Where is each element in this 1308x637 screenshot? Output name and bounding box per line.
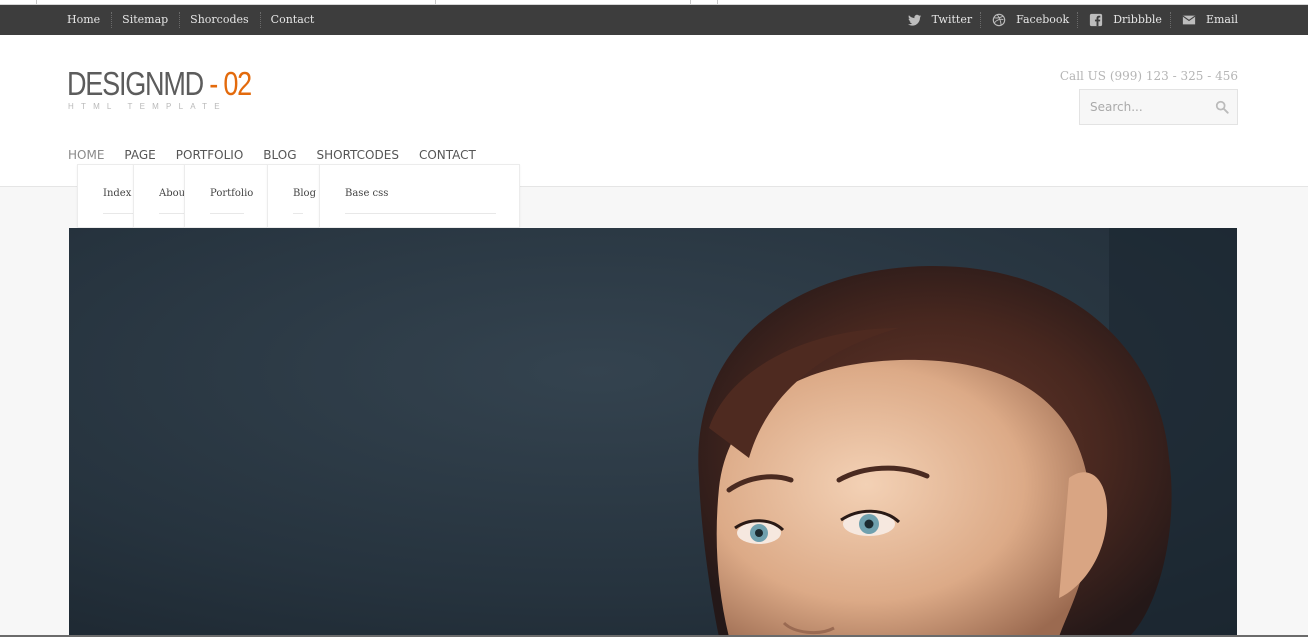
- dribbble-ball-icon: [992, 13, 1006, 27]
- email-icon: [1182, 15, 1196, 25]
- tab-segment: [36, 0, 436, 4]
- top-bar: Home Sitemap Shorcodes Contact Twitter F…: [0, 5, 1308, 35]
- main-nav: HOME PAGE PORTFOLIO BLOG SHORTCODES CONT…: [68, 147, 496, 163]
- social-dribbble[interactable]: Dribbble: [1069, 5, 1162, 35]
- social-facebook[interactable]: Facebook: [972, 5, 1069, 35]
- social-label: Twitter: [931, 13, 973, 26]
- dropdown-divider: [345, 213, 496, 214]
- social-label: Dribbble: [1113, 13, 1162, 26]
- search-input[interactable]: [1080, 90, 1210, 124]
- nav-blog[interactable]: BLOG: [263, 147, 296, 163]
- social-email[interactable]: Email: [1162, 5, 1238, 35]
- dropdown-item-portfolio[interactable]: Portfolio: [210, 188, 268, 199]
- search-box: [1079, 89, 1238, 125]
- top-link-contact[interactable]: Contact: [259, 5, 326, 35]
- dropdown-panel-portfolio: Portfolio: [184, 164, 274, 228]
- logo-wordmark: DESIGNMD - 02: [67, 65, 252, 103]
- site-logo[interactable]: DESIGNMD - 02 HTML TEMPLATE: [67, 65, 291, 111]
- social-label: Facebook: [1016, 13, 1070, 26]
- logo-tagline: HTML TEMPLATE: [68, 102, 227, 111]
- call-us-text: Call US (999) 123 - 325 - 456: [1059, 69, 1238, 83]
- nav-shortcodes[interactable]: SHORTCODES: [317, 147, 399, 163]
- dropdown-divider: [103, 213, 133, 214]
- twitter-icon: [907, 14, 921, 26]
- logo-dash: -: [209, 65, 218, 102]
- social-links: Twitter Facebook Dribbble Email: [888, 5, 1238, 35]
- dropdown-item-about[interactable]: About: [159, 188, 187, 199]
- facebook-icon: [1090, 13, 1103, 27]
- dropdown-panel-blog: Blog: [267, 164, 327, 228]
- top-links: Home Sitemap Shorcodes Contact: [56, 5, 325, 35]
- social-label: Email: [1205, 13, 1238, 26]
- dropdown-divider: [159, 213, 184, 214]
- top-link-sitemap[interactable]: Sitemap: [111, 5, 179, 35]
- top-link-shortcodes[interactable]: Shorcodes: [179, 5, 259, 35]
- nav-portfolio[interactable]: PORTFOLIO: [176, 147, 244, 163]
- social-twitter[interactable]: Twitter: [888, 5, 973, 35]
- hero-portrait-image: [69, 228, 1237, 637]
- nav-home[interactable]: HOME: [68, 147, 104, 163]
- logo-number: 02: [223, 65, 252, 102]
- dropdown-item-base-css[interactable]: Base css: [345, 188, 465, 199]
- search-icon[interactable]: [1215, 100, 1229, 114]
- nav-dropdowns: Index About Portfolio Blog Base css: [77, 164, 520, 228]
- nav-page[interactable]: PAGE: [124, 147, 155, 163]
- hero-slider[interactable]: [69, 228, 1237, 637]
- dropdown-divider: [210, 213, 244, 214]
- dropdown-panel-shortcodes: Base css: [319, 164, 520, 228]
- tab-segment: [690, 0, 718, 4]
- dropdown-divider: [293, 213, 303, 214]
- logo-name: DESIGNMD: [67, 65, 204, 102]
- top-link-home[interactable]: Home: [56, 5, 111, 35]
- nav-contact[interactable]: CONTACT: [419, 147, 476, 163]
